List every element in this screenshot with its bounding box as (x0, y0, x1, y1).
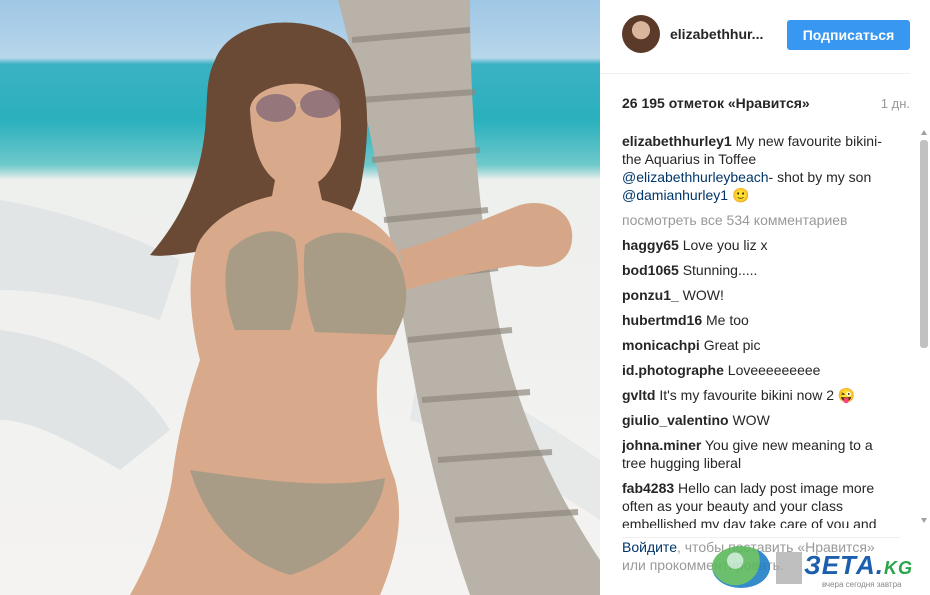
comment-item: monicachpi Great pic (622, 336, 900, 354)
login-link[interactable]: Войдите (622, 539, 677, 555)
view-all-comments-link[interactable]: посмотреть все 534 комментариев (622, 211, 900, 229)
watermark-tagline: вчера сегодня завтра (822, 580, 902, 589)
photo-illustration (0, 0, 600, 595)
mention-link[interactable]: @elizabethhurleybeach (622, 169, 769, 185)
globe-logo-icon (712, 546, 770, 588)
comment-text: WOW! (682, 287, 724, 303)
comment-text: WOW (732, 412, 770, 428)
likes-count[interactable]: 26 195 отметок «Нравится» (622, 95, 810, 111)
comment-username[interactable]: haggy65 (622, 237, 679, 253)
smile-emoji-icon: 🙂 (731, 187, 750, 203)
comment-item: fab4283 Hello can lady post image more o… (622, 479, 900, 528)
mention-link[interactable]: @damianhurley1 (622, 187, 728, 203)
hourglass-icon (776, 552, 802, 584)
scroll-up-arrow-icon[interactable] (921, 130, 927, 135)
comment-text: It's my favourite bikini now 2 😜 (659, 387, 856, 403)
comment-text: Loveeeeeeeee (727, 362, 821, 378)
username[interactable]: elizabethhur... (670, 26, 763, 42)
comment-text: Great pic (703, 337, 761, 353)
comment-username[interactable]: fab4283 (622, 480, 674, 496)
caption-text: - shot by my son (768, 169, 872, 185)
comment-text: Stunning..... (682, 262, 758, 278)
scroll-down-arrow-icon[interactable] (921, 518, 927, 523)
comment-username[interactable]: id.photographe (622, 362, 724, 378)
caption: elizabethhurley1 My new favourite bikini… (622, 132, 900, 204)
comment-item: bod1065 Stunning..... (622, 261, 900, 279)
comment-username[interactable]: johna.miner (622, 437, 701, 453)
follow-button[interactable]: Подписаться (787, 20, 910, 50)
comment-item: gvltd It's my favourite bikini now 2 😜 (622, 386, 900, 404)
site-watermark: ЗЕТА.KG вчера сегодня завтра (712, 540, 930, 595)
post-side-panel: elizabethhur... Подписаться 26 195 отмет… (600, 0, 930, 595)
caption-username[interactable]: elizabethhurley1 (622, 133, 732, 149)
comment-username[interactable]: hubertmd16 (622, 312, 702, 328)
comment-item: id.photographe Loveeeeeeeee (622, 361, 900, 379)
avatar[interactable] (622, 15, 660, 53)
comment-username[interactable]: monicachpi (622, 337, 700, 353)
comment-item: ponzu1_ WOW! (622, 286, 900, 304)
comments-list: elizabethhurley1 My new favourite bikini… (622, 132, 900, 528)
watermark-brand-suffix: KG (883, 558, 913, 578)
comment-item: hubertmd16 Me too (622, 311, 900, 329)
post-time[interactable]: 1 дн. (881, 96, 910, 111)
comment-username[interactable]: bod1065 (622, 262, 679, 278)
comment-text: Me too (706, 312, 749, 328)
comment-item: johna.miner You give new meaning to a tr… (622, 436, 900, 472)
comment-item: giulio_valentino WOW (622, 411, 900, 429)
comment-username[interactable]: gvltd (622, 387, 655, 403)
watermark-brand-name: ЗЕТА. (804, 550, 884, 580)
scrollbar-thumb[interactable] (920, 140, 928, 348)
comment-username[interactable]: giulio_valentino (622, 412, 729, 428)
watermark-brand: ЗЕТА.KG (804, 550, 913, 581)
post-header: elizabethhur... Подписаться (600, 0, 910, 74)
comment-item: haggy65 Love you liz x (622, 236, 900, 254)
comment-username[interactable]: ponzu1_ (622, 287, 679, 303)
comment-text: Love you liz x (682, 237, 768, 253)
post-photo[interactable] (0, 0, 600, 595)
